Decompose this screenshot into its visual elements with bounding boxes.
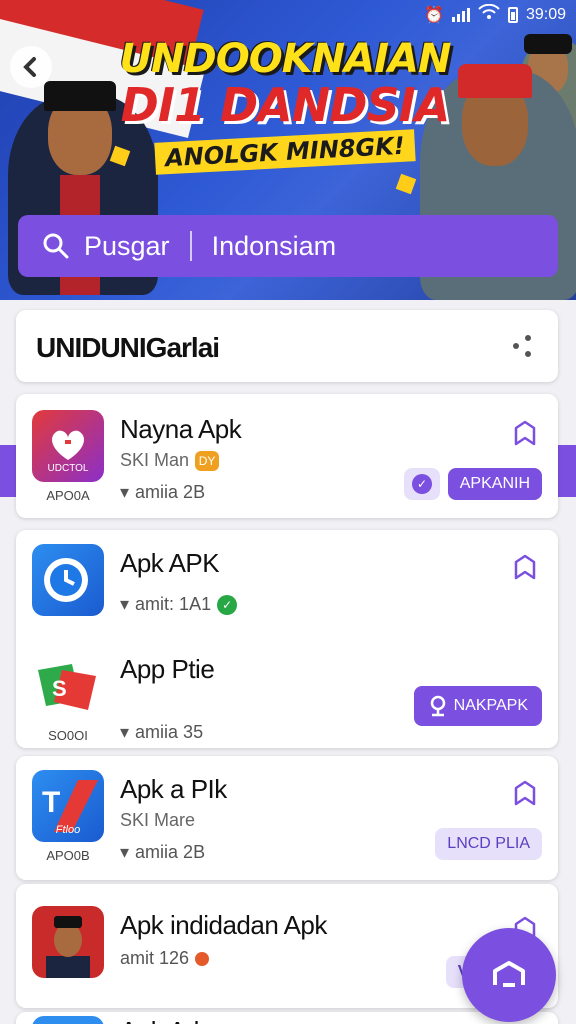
app-code: APO0B (46, 848, 90, 863)
list-header-card: UNIDUNIGarlai (16, 310, 558, 382)
list-item[interactable]: UDCTOL APO0A Nayna Apk SKI Man DY ▾ amii… (16, 400, 558, 510)
download-icon: ▾ (120, 722, 130, 742)
bookmark-icon[interactable] (510, 552, 540, 582)
app-code: APO0A (46, 488, 90, 503)
app-icon: UDCTOL (32, 410, 104, 482)
floating-action-button[interactable] (462, 928, 556, 1022)
app-icon: S (32, 650, 104, 722)
dev-badge: DY (195, 450, 220, 471)
list-title: UNIDUNIGarlai (36, 332, 220, 363)
headline-line-3: ANOLGK MIN8GK! (154, 129, 416, 175)
list-item[interactable]: S SO0OI App Ptie ▾ amiia 35 NAKPAPK (16, 640, 558, 750)
home-icon (493, 961, 525, 987)
share-icon[interactable] (508, 332, 536, 360)
status-time: 39:09 (525, 5, 566, 23)
chevron-left-icon (23, 57, 36, 77)
download-icon: ▾ (120, 482, 130, 502)
app-card[interactable]: Apk Arlp (16, 1012, 558, 1024)
app-developer: SKI Mare (120, 810, 196, 830)
alarm-icon: ⏰ (424, 6, 444, 24)
download-icon: ▾ (120, 594, 130, 614)
app-card[interactable]: T Ftloo APO0B Apk a PIk SKI Mare ▾ amiia… (16, 756, 558, 880)
back-button[interactable] (10, 46, 52, 88)
svg-text:S: S (52, 676, 67, 701)
app-meta: amit 126 (120, 948, 210, 969)
status-bar: ⏰ 39:09 (424, 3, 566, 25)
app-meta: ▾ amiia 2B (120, 842, 206, 862)
search-value[interactable]: Indonsiam (212, 231, 337, 262)
app-meta: ▾ amiia 2B (120, 482, 206, 502)
wifi-icon (478, 3, 500, 25)
signal-icon (451, 7, 470, 22)
app-icon (32, 544, 104, 616)
bookmark-icon[interactable] (510, 778, 540, 808)
bookmark-icon[interactable] (510, 418, 540, 448)
app-action-button[interactable]: LNCD PLIA (435, 828, 542, 860)
app-meta: ▾ amit: 1A1 ✓ (120, 594, 238, 615)
app-name: Apk a PIk (120, 774, 227, 804)
app-action-button[interactable]: APKANIH (447, 468, 542, 500)
battery-icon (507, 6, 518, 23)
app-developer: SKI Man DY (120, 450, 220, 471)
search-label: Pusgar (84, 230, 170, 261)
app-icon: T Ftloo (32, 770, 104, 842)
status-dot (195, 951, 210, 966)
search-icon (43, 233, 69, 259)
headline-line-2: DI1 DANDSIA (120, 78, 451, 132)
list-item[interactable]: T Ftloo APO0B Apk a PIk SKI Mare ▾ amiia… (16, 760, 558, 870)
app-card[interactable]: Apk APK ▾ amit: 1A1 ✓ S SO0OI App Ptie ▾… (16, 530, 558, 748)
banner-headline: UNDOOKNAIAN DI1 DANDSIA ANOLGK MIN8GK! (100, 36, 470, 175)
svg-text:T: T (42, 786, 60, 819)
app-name: Apk indidadan Apk (120, 910, 327, 940)
search-bar[interactable]: Pusgar Indonsiam (18, 215, 558, 277)
pin-icon (430, 695, 445, 717)
download-icon: ▾ (120, 842, 130, 862)
search-divider (189, 231, 192, 261)
app-code: SO0OI (48, 728, 88, 743)
spark-decoration (395, 173, 417, 195)
app-card[interactable]: UDCTOL APO0A Nayna Apk SKI Man DY ▾ amii… (16, 394, 558, 518)
app-icon (32, 1016, 104, 1024)
app-meta: ▾ amiia 35 (120, 722, 204, 742)
side-accent-right (556, 445, 576, 497)
app-action-button[interactable]: NAKPAPK (413, 686, 542, 726)
app-name: Nayna Apk (120, 414, 242, 444)
app-name: Apk APK (120, 548, 220, 578)
check-icon: ✓ (217, 594, 238, 615)
hero-banner: UNDOOKNAIAN DI1 DANDSIA ANOLGK MIN8GK! ⏰… (0, 0, 576, 300)
verified-button[interactable]: ✓ (404, 468, 440, 500)
app-name: Apk Arlp (120, 1016, 213, 1024)
app-name: App Ptie (120, 654, 215, 684)
app-icon (32, 906, 104, 978)
verified-icon: ✓ (412, 474, 432, 494)
list-item[interactable]: Apk APK ▾ amit: 1A1 ✓ (16, 534, 558, 644)
headline-line-1: UNDOOKNAIAN (119, 36, 452, 82)
